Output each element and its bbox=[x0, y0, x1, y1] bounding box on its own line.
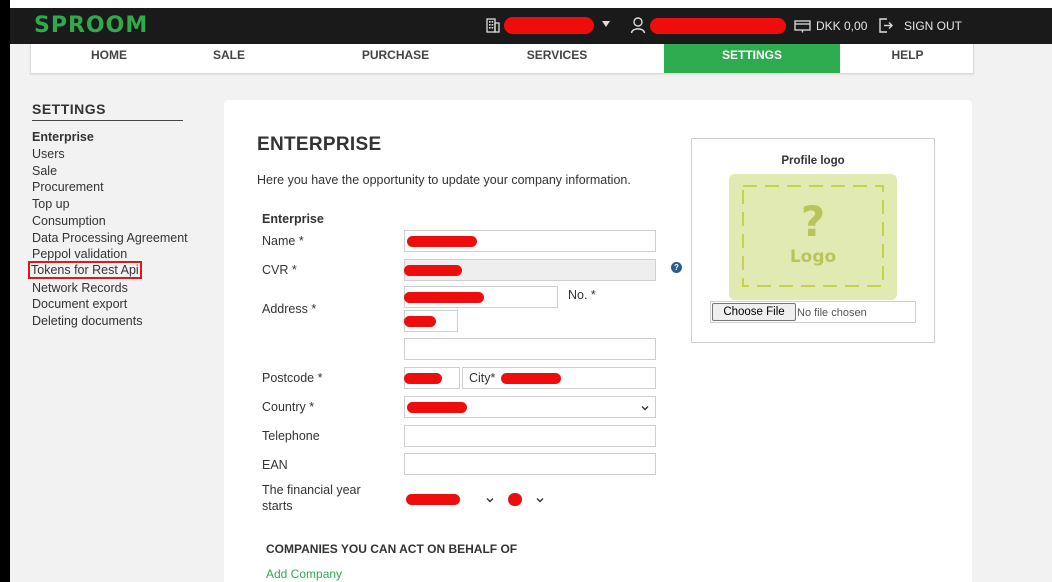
wallet-icon bbox=[794, 20, 811, 33]
sidebar-item-top-up[interactable]: Top up bbox=[32, 197, 70, 211]
chevron-down-icon bbox=[641, 406, 649, 411]
city-label: City* bbox=[469, 371, 496, 385]
cvr-input bbox=[404, 259, 656, 281]
sidebar-item-data-processing-agreement[interactable]: Data Processing Agreement bbox=[32, 231, 188, 245]
logo-placeholder-text: Logo bbox=[790, 247, 836, 267]
address-line-2-input[interactable] bbox=[404, 338, 656, 360]
telephone-input[interactable] bbox=[404, 425, 656, 447]
company-selector-redacted[interactable] bbox=[504, 17, 594, 34]
nav-sale[interactable]: SALE bbox=[187, 44, 271, 73]
sidebar-item-network-records[interactable]: Network Records bbox=[32, 281, 128, 295]
add-company-link[interactable]: Add Company bbox=[266, 567, 342, 581]
name-label: Name * bbox=[262, 234, 304, 248]
sidebar-item-enterprise[interactable]: Enterprise bbox=[32, 130, 94, 144]
signout-icon[interactable] bbox=[878, 18, 893, 33]
sidebar-item-deleting-documents[interactable]: Deleting documents bbox=[32, 314, 142, 328]
companies-section-title: COMPANIES YOU CAN ACT ON BEHALF OF bbox=[266, 542, 518, 556]
logo-placeholder: ? Logo bbox=[729, 174, 897, 300]
chevron-down-icon bbox=[486, 498, 494, 503]
postcode-label: Postcode * bbox=[262, 371, 323, 385]
postcode-input[interactable] bbox=[404, 367, 460, 389]
sproom-logo[interactable]: SPROOM bbox=[34, 13, 148, 38]
country-select[interactable] bbox=[404, 396, 656, 418]
address-input[interactable] bbox=[404, 286, 558, 308]
screen-left-border bbox=[0, 0, 10, 582]
app-window: SPROOM DKK 0,00 SIGN OUT HOME SALE PURCH… bbox=[10, 8, 1052, 582]
building-icon[interactable] bbox=[486, 18, 500, 33]
logo-placeholder-icon: ? Logo bbox=[742, 185, 884, 287]
financial-year-day-select[interactable] bbox=[406, 489, 504, 511]
page-title: ENTERPRISE bbox=[257, 134, 382, 155]
cvr-label: CVR * bbox=[262, 263, 297, 277]
sidebar-item-sale[interactable]: Sale bbox=[32, 164, 57, 178]
nav-home[interactable]: HOME bbox=[31, 44, 187, 73]
financial-year-month-select[interactable] bbox=[508, 489, 556, 511]
company-dropdown-chevron-icon[interactable] bbox=[602, 21, 610, 27]
logo-placeholder-mark: ? bbox=[801, 197, 825, 246]
nav-help[interactable]: HELP bbox=[840, 44, 975, 73]
number-label: No. * bbox=[568, 288, 596, 302]
name-input[interactable] bbox=[404, 230, 656, 252]
profile-logo-title: Profile logo bbox=[781, 155, 845, 167]
country-label: Country * bbox=[262, 400, 315, 414]
sidebar-item-procurement[interactable]: Procurement bbox=[32, 180, 104, 194]
signout-link[interactable]: SIGN OUT bbox=[904, 19, 962, 33]
username-redacted[interactable] bbox=[650, 18, 786, 34]
top-bar: SPROOM DKK 0,00 SIGN OUT bbox=[10, 8, 1052, 44]
ean-input[interactable] bbox=[404, 453, 656, 475]
page-intro: Here you have the opportunity to update … bbox=[257, 173, 631, 187]
sidebar-item-document-export[interactable]: Document export bbox=[32, 297, 127, 311]
sidebar-item-peppol-validation[interactable]: Peppol validation bbox=[32, 247, 127, 261]
city-input[interactable]: City* bbox=[462, 367, 656, 389]
file-status: No file chosen bbox=[797, 307, 867, 319]
choose-file-button[interactable]: Choose File bbox=[712, 303, 796, 321]
sidebar-divider bbox=[32, 120, 183, 121]
user-icon[interactable] bbox=[630, 16, 646, 34]
main-nav: HOME SALE PURCHASE SERVICES SETTINGS HEL… bbox=[30, 44, 974, 74]
cvr-help-icon[interactable]: ? bbox=[671, 262, 682, 273]
nav-settings[interactable]: SETTINGS bbox=[664, 44, 840, 73]
profile-logo-box: Profile logo ? Logo Choose File No file … bbox=[691, 138, 935, 343]
screen-top-border bbox=[0, 0, 1052, 8]
sidebar-item-consumption[interactable]: Consumption bbox=[32, 214, 106, 228]
sidebar-item-users[interactable]: Users bbox=[32, 147, 65, 161]
ean-label: EAN bbox=[262, 458, 288, 472]
sidebar-item-tokens-for-rest-api[interactable]: Tokens for Rest Api bbox=[28, 261, 142, 279]
enterprise-card: ENTERPRISE Here you have the opportunity… bbox=[224, 100, 972, 582]
address-label: Address * bbox=[262, 302, 317, 316]
chevron-down-icon bbox=[536, 498, 544, 503]
house-number-input[interactable] bbox=[404, 310, 458, 332]
telephone-label: Telephone bbox=[262, 429, 320, 443]
nav-services[interactable]: SERVICES bbox=[440, 44, 674, 73]
section-title: Enterprise bbox=[262, 212, 324, 226]
account-balance: DKK 0,00 bbox=[816, 19, 868, 33]
financial-year-label: The financial year starts bbox=[262, 483, 361, 513]
sidebar-title: SETTINGS bbox=[32, 101, 107, 117]
